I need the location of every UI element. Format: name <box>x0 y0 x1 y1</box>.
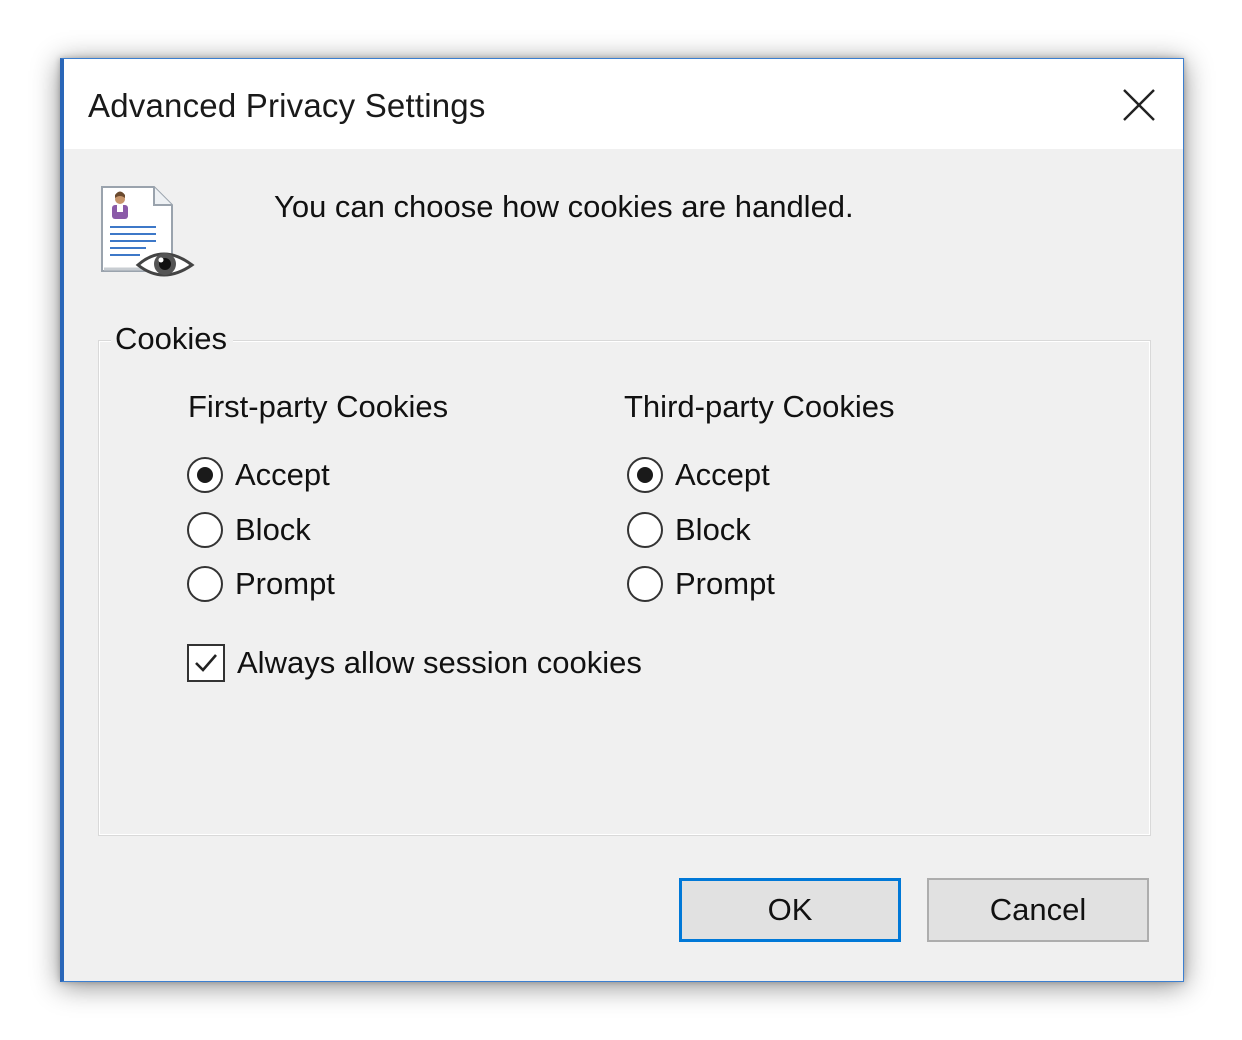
dialog-title: Advanced Privacy Settings <box>88 87 486 124</box>
first-party-accept-radio[interactable] <box>187 457 223 493</box>
first-party-prompt-radio[interactable] <box>187 566 223 602</box>
checkmark-icon <box>195 654 217 672</box>
cookies-groupbox: Cookies First-party Cookies Accept Block… <box>98 321 1151 836</box>
cookies-group-label: Cookies <box>111 321 233 357</box>
first-party-block-radio[interactable] <box>187 512 223 548</box>
third-party-block-option[interactable]: Block <box>627 510 751 550</box>
privacy-document-eye-icon <box>98 183 198 283</box>
session-cookies-option[interactable]: Always allow session cookies <box>187 643 642 683</box>
advanced-privacy-settings-dialog: Advanced Privacy Settings You can choose… <box>60 58 1184 982</box>
screen: Advanced Privacy Settings You can choose… <box>0 0 1242 1040</box>
first-party-cookies-title: First-party Cookies <box>188 389 449 424</box>
title-bar[interactable]: Advanced Privacy Settings <box>64 59 1183 149</box>
first-party-prompt-option[interactable]: Prompt <box>187 564 335 604</box>
third-party-block-label: Block <box>675 512 751 547</box>
third-party-accept-radio[interactable] <box>627 457 663 493</box>
close-icon <box>1123 89 1155 121</box>
third-party-block-radio[interactable] <box>627 512 663 548</box>
first-party-accept-option[interactable]: Accept <box>187 455 330 495</box>
intro-text: You can choose how cookies are handled. <box>274 189 854 224</box>
first-party-block-label: Block <box>235 512 311 547</box>
session-cookies-label: Always allow session cookies <box>237 645 642 680</box>
ok-button[interactable]: OK <box>679 878 901 942</box>
third-party-cookies-title: Third-party Cookies <box>624 389 895 424</box>
third-party-accept-option[interactable]: Accept <box>627 455 770 495</box>
third-party-accept-label: Accept <box>675 457 770 492</box>
first-party-prompt-label: Prompt <box>235 566 335 601</box>
first-party-block-option[interactable]: Block <box>187 510 311 550</box>
session-cookies-checkbox[interactable] <box>187 644 225 682</box>
third-party-prompt-label: Prompt <box>675 566 775 601</box>
third-party-prompt-radio[interactable] <box>627 566 663 602</box>
first-party-accept-label: Accept <box>235 457 330 492</box>
close-button[interactable] <box>1107 73 1171 137</box>
cancel-button[interactable]: Cancel <box>927 878 1149 942</box>
third-party-prompt-option[interactable]: Prompt <box>627 564 775 604</box>
